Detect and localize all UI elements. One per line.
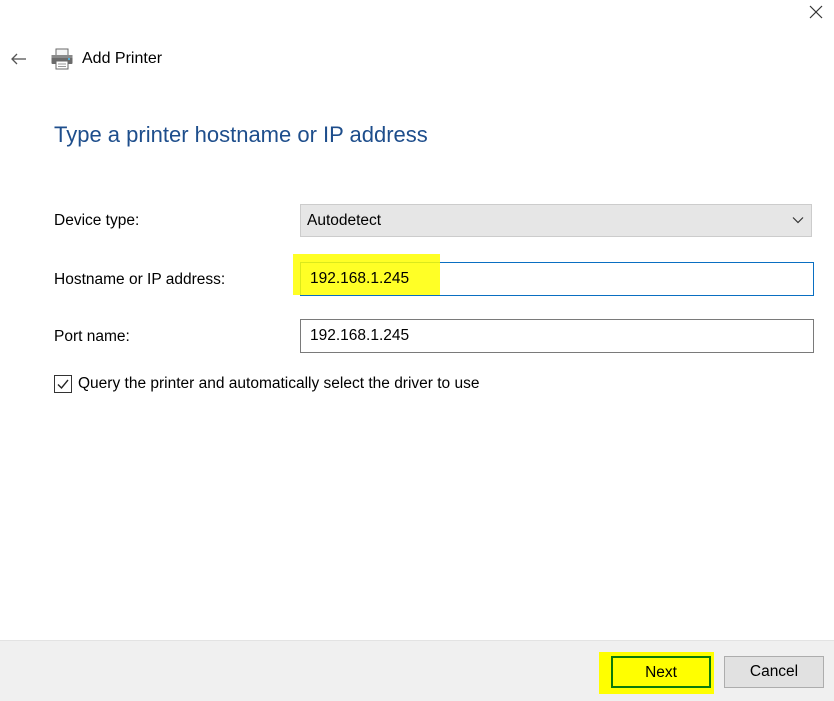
chevron-down-icon: [792, 217, 804, 224]
close-icon: [809, 5, 823, 19]
back-button[interactable]: [10, 50, 28, 68]
close-button[interactable]: [806, 2, 826, 22]
port-name-value: 192.168.1.245: [310, 327, 410, 344]
port-name-input[interactable]: 192.168.1.245: [300, 319, 814, 353]
device-type-label: Device type:: [54, 212, 140, 229]
window-title: Add Printer: [82, 50, 163, 67]
device-type-value: Autodetect: [307, 212, 382, 229]
query-printer-checkbox[interactable]: [54, 375, 72, 393]
cancel-button[interactable]: Cancel: [724, 656, 824, 688]
query-printer-label: Query the printer and automatically sele…: [78, 375, 480, 392]
device-type-select[interactable]: Autodetect: [300, 204, 812, 237]
page-heading: Type a printer hostname or IP address: [54, 122, 428, 147]
hostname-label: Hostname or IP address:: [54, 271, 226, 288]
port-name-label: Port name:: [54, 328, 130, 345]
query-printer-option[interactable]: Query the printer and automatically sele…: [54, 375, 479, 393]
back-arrow-icon: [11, 53, 26, 65]
hostname-value: 192.168.1.245: [310, 270, 410, 287]
next-button[interactable]: Next: [611, 656, 711, 688]
hostname-input[interactable]: 192.168.1.245: [300, 262, 814, 296]
title-bar: Add Printer: [10, 48, 162, 70]
printer-icon: [50, 48, 74, 70]
checkmark-icon: [57, 379, 69, 390]
